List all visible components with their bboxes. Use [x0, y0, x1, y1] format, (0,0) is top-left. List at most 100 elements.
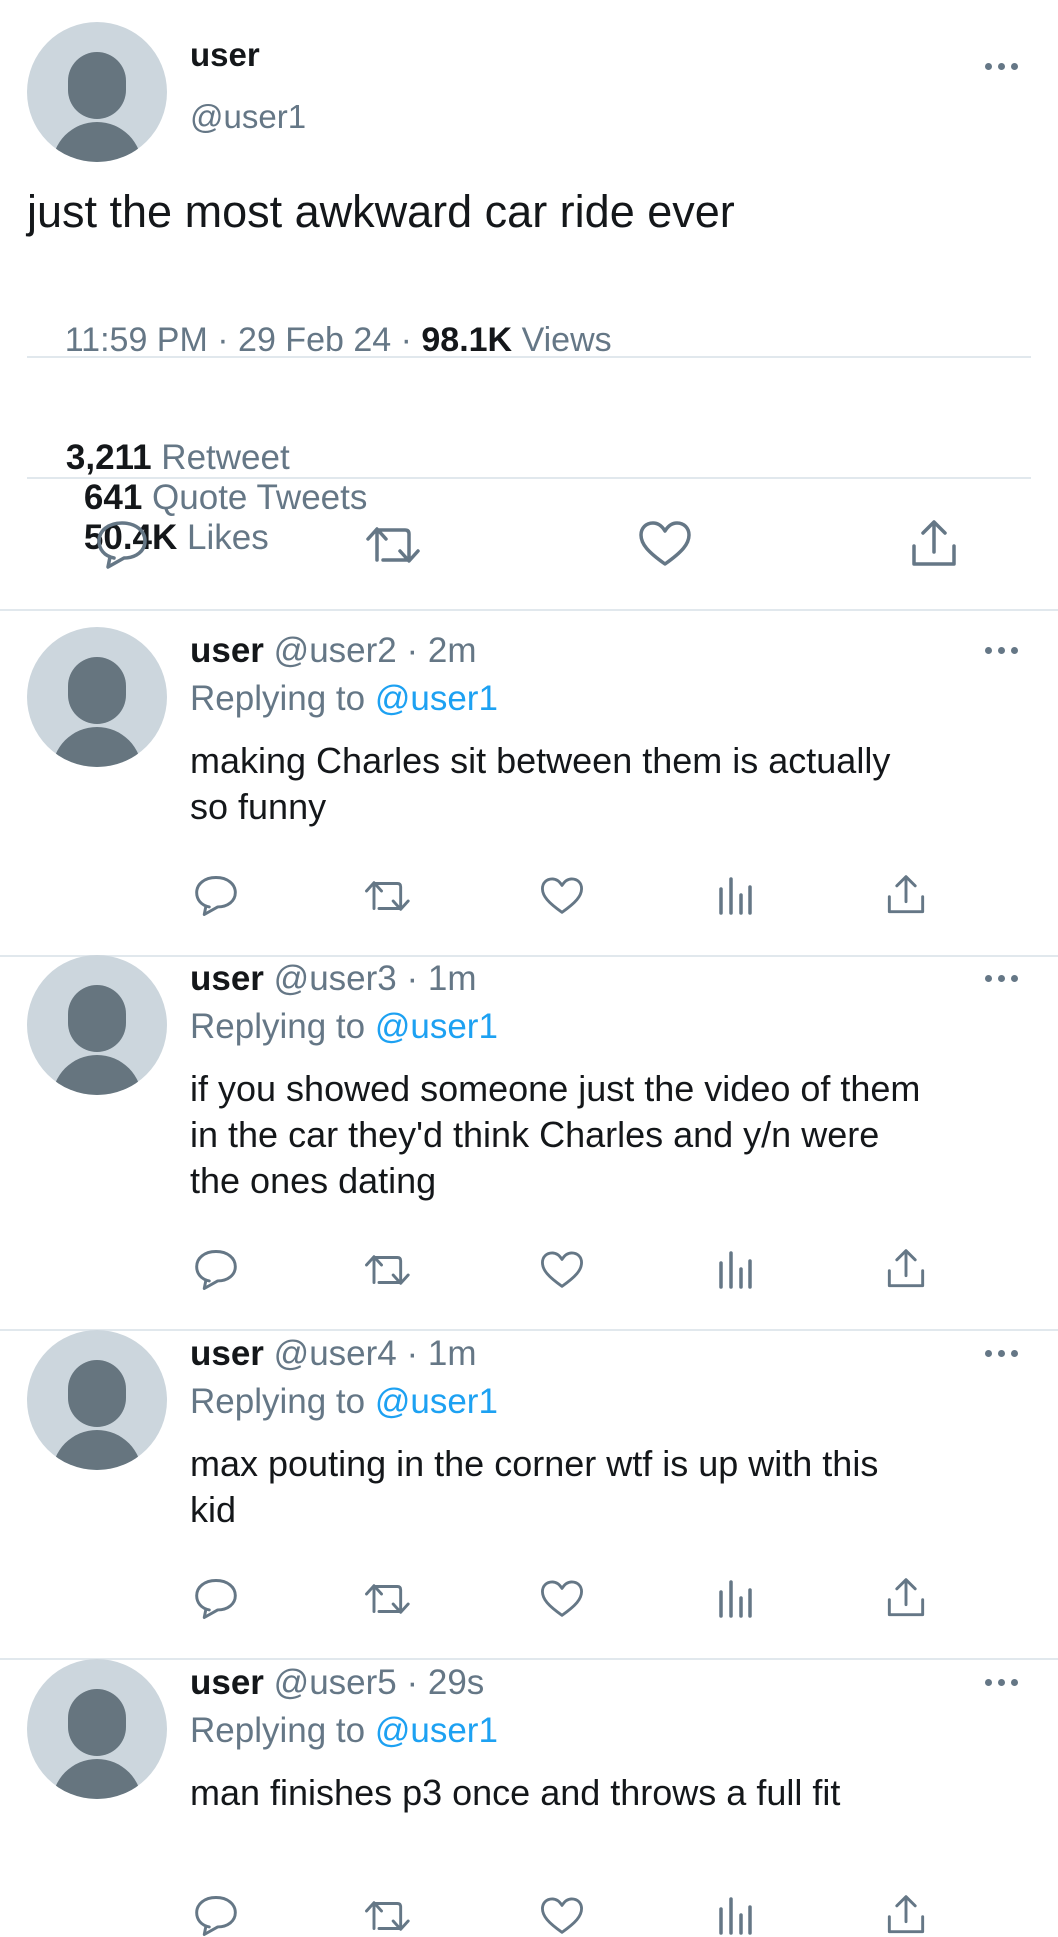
reply-icon[interactable]	[194, 1895, 238, 1937]
reply-text-line: if you showed someone just the video of …	[190, 1068, 921, 1109]
share-icon[interactable]	[886, 873, 926, 917]
quote-stat[interactable]: 641 Quote Tweets	[84, 478, 367, 517]
avatar-head	[68, 657, 126, 724]
display-name[interactable]: user	[190, 1334, 264, 1373]
reply-text-line: max pouting in the corner wtf is up with…	[190, 1443, 879, 1484]
more-icon[interactable]	[985, 645, 1019, 655]
divider	[27, 356, 1031, 358]
analytics-icon[interactable]	[716, 1895, 754, 1935]
retweet-count: 3,211	[65, 438, 152, 477]
avatar-shoulders	[52, 1759, 142, 1799]
reply-header: user @user5 · 29s	[190, 1663, 484, 1703]
quote-label: Quote Tweets	[152, 478, 368, 517]
views-count: 98.1K	[421, 321, 513, 359]
retweet-label: Retweet	[161, 438, 290, 477]
avatar[interactable]	[27, 1659, 167, 1799]
replying-to: Replying to @user1	[190, 1007, 498, 1047]
reply-meta: @user3 · 1m	[273, 959, 477, 998]
avatar[interactable]	[27, 627, 167, 767]
reply-text-line: the ones dating	[190, 1160, 437, 1201]
reply-meta: @user5 · 29s	[273, 1663, 485, 1702]
display-name[interactable]: user	[190, 1663, 264, 1702]
share-icon[interactable]	[886, 1247, 926, 1291]
avatar[interactable]	[27, 22, 167, 162]
retweet-icon[interactable]	[365, 524, 425, 566]
reply-icon[interactable]	[194, 1249, 238, 1291]
retweet-icon[interactable]	[364, 1898, 414, 1934]
like-icon[interactable]	[540, 876, 584, 916]
analytics-icon[interactable]	[716, 1249, 754, 1289]
divider	[0, 1658, 1058, 1660]
reply-text-line: in the car they'd think Charles and y/n …	[190, 1114, 880, 1155]
share-icon[interactable]	[886, 1893, 926, 1937]
reply-to-link[interactable]: @user1	[375, 1007, 498, 1046]
retweet-icon[interactable]	[364, 878, 414, 914]
reply-icon[interactable]	[96, 520, 148, 570]
tweet-time: 11:59 PM	[64, 321, 208, 359]
meta-separator: ·	[391, 321, 422, 359]
divider	[0, 955, 1058, 957]
reply-to-link[interactable]: @user1	[375, 1382, 498, 1421]
tweet-text: just the most awkward car ride ever	[27, 186, 735, 237]
share-icon[interactable]	[910, 518, 958, 570]
like-icon[interactable]	[540, 1896, 584, 1936]
replying-to: Replying to @user1	[190, 1382, 498, 1422]
replying-label: Replying to	[190, 1007, 366, 1046]
avatar-shoulders	[52, 727, 142, 767]
retweet-stat[interactable]: 3,211 Retweet	[66, 438, 290, 477]
retweet-icon[interactable]	[364, 1252, 414, 1288]
meta-separator: ·	[207, 321, 239, 359]
avatar-shoulders	[52, 1430, 142, 1470]
avatar[interactable]	[27, 1330, 167, 1470]
replying-to: Replying to @user1	[190, 679, 498, 719]
reply-header: user @user3 · 1m	[190, 959, 476, 999]
like-icon[interactable]	[638, 520, 692, 568]
replying-label: Replying to	[190, 679, 366, 718]
tweet-date: 29 Feb 24	[238, 321, 392, 359]
replying-label: Replying to	[190, 1711, 366, 1750]
reply-icon[interactable]	[194, 1578, 238, 1620]
avatar-head	[68, 1689, 126, 1756]
tweet-meta: 11:59 PM · 29 Feb 24 · 98.1K Views	[27, 282, 612, 399]
reply-icon[interactable]	[194, 875, 238, 917]
quote-count: 641	[83, 478, 143, 517]
more-icon[interactable]	[985, 1348, 1019, 1358]
display-name[interactable]: user	[190, 36, 260, 74]
like-icon[interactable]	[540, 1579, 584, 1619]
reply-meta: @user2 · 2m	[273, 631, 477, 670]
handle[interactable]: @user1	[190, 98, 306, 136]
display-name[interactable]: user	[190, 631, 264, 670]
reply-meta: @user4 · 1m	[273, 1334, 477, 1373]
share-icon[interactable]	[886, 1576, 926, 1620]
reply-text-line: making Charles sit between them is actua…	[190, 740, 891, 781]
reply-to-link[interactable]: @user1	[375, 679, 498, 718]
avatar-head	[68, 1360, 126, 1427]
reply-header: user @user2 · 2m	[190, 631, 476, 671]
views-label: Views	[521, 321, 612, 359]
analytics-icon[interactable]	[716, 1578, 754, 1618]
display-name[interactable]: user	[190, 959, 264, 998]
reply-to-link[interactable]: @user1	[375, 1711, 498, 1750]
reply-text-line: so funny	[190, 786, 327, 827]
more-icon[interactable]	[985, 61, 1019, 71]
divider	[0, 609, 1058, 611]
likes-label: Likes	[187, 518, 269, 557]
reply-text-line: man finishes p3 once and throws a full f…	[190, 1772, 841, 1813]
like-icon[interactable]	[540, 1250, 584, 1290]
replying-to: Replying to @user1	[190, 1711, 498, 1751]
analytics-icon[interactable]	[716, 875, 754, 915]
reply-header: user @user4 · 1m	[190, 1334, 476, 1374]
divider	[0, 1329, 1058, 1331]
avatar-shoulders	[52, 1055, 142, 1095]
avatar-shoulders	[52, 122, 142, 162]
retweet-icon[interactable]	[364, 1581, 414, 1617]
divider	[27, 477, 1031, 479]
avatar-head	[68, 52, 126, 119]
more-icon[interactable]	[985, 1677, 1019, 1687]
avatar[interactable]	[27, 955, 167, 1095]
avatar-head	[68, 985, 126, 1052]
more-icon[interactable]	[985, 973, 1019, 983]
reply-text-line: kid	[190, 1489, 237, 1530]
tweet-stats: 3,211 Retweet 641 Quote Tweets 50.4K Lik…	[27, 398, 367, 598]
replying-label: Replying to	[190, 1382, 366, 1421]
